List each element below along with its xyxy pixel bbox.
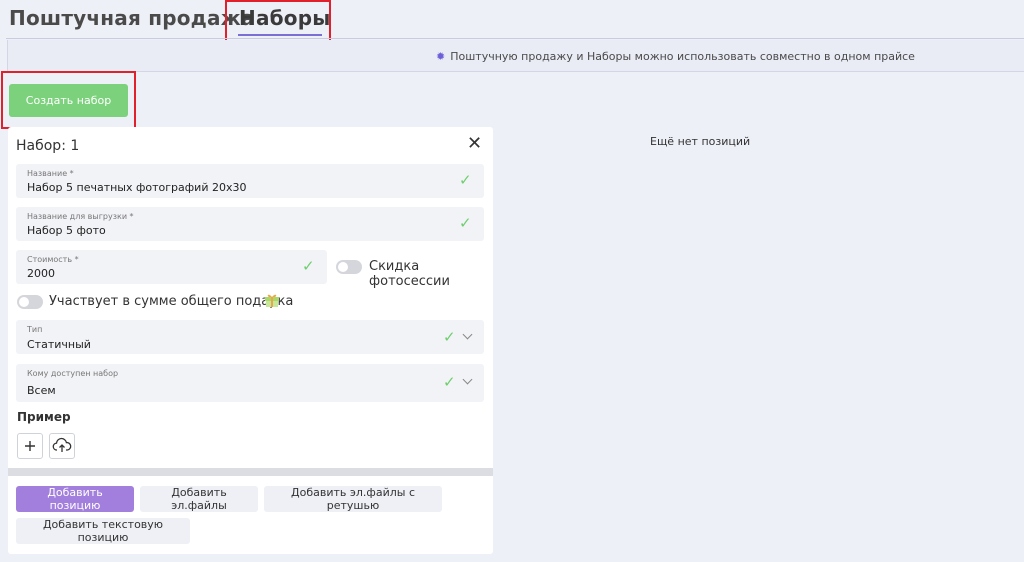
session-discount-toggle[interactable] <box>336 260 362 274</box>
name-field[interactable]: Название * Набор 5 печатных фотографий 2… <box>16 164 484 198</box>
example-label: Пример <box>17 410 71 424</box>
add-text-position-button[interactable]: Добавить текстовую позицию <box>16 518 190 544</box>
section-divider <box>8 468 493 476</box>
export-name-field[interactable]: Название для выгрузки * Набор 5 фото ✓ <box>16 207 484 241</box>
check-icon: ✓ <box>302 257 315 275</box>
type-select-label: Тип <box>27 325 43 334</box>
type-select-value: Статичный <box>27 338 91 351</box>
availability-select-label: Кому доступен набор <box>27 369 119 378</box>
add-position-button[interactable]: Добавить позицию <box>16 486 134 512</box>
type-select[interactable]: Тип Статичный ✓ <box>16 320 484 354</box>
upload-example-button[interactable] <box>49 433 75 459</box>
cloud-upload-icon <box>52 437 72 452</box>
info-text: ✹ Поштучную продажу и Наборы можно исполь… <box>436 50 915 63</box>
price-field[interactable]: Стоимость * 2000 ✓ <box>16 250 327 284</box>
empty-positions-text: Ещё нет позиций <box>650 135 751 148</box>
name-field-label: Название * <box>27 169 74 178</box>
price-field-label: Стоимость * <box>27 255 79 264</box>
check-icon: ✓ <box>459 214 472 232</box>
info-message: Поштучную продажу и Наборы можно использ… <box>450 50 915 63</box>
add-example-button[interactable] <box>17 433 43 459</box>
close-icon[interactable]: ✕ <box>467 134 482 154</box>
check-icon: ✓ <box>459 171 472 189</box>
add-files-retouch-button[interactable]: Добавить эл.файлы с ретушью <box>264 486 442 512</box>
gift-label: Участвует в сумме общего подарка <box>49 294 294 309</box>
chevron-down-icon <box>462 329 473 340</box>
set-card: Набор: 1 ✕ Название * Набор 5 печатных ф… <box>8 127 493 554</box>
gift-icon <box>265 294 279 307</box>
tab-retail[interactable]: Поштучная продажа <box>9 6 255 30</box>
availability-select[interactable]: Кому доступен набор Всем ✓ <box>16 364 484 402</box>
price-field-value: 2000 <box>27 267 55 280</box>
export-name-field-label: Название для выгрузки * <box>27 212 134 221</box>
plus-icon <box>25 441 35 451</box>
availability-select-value: Всем <box>27 384 56 397</box>
info-banner: ✹ Поштучную продажу и Наборы можно исполь… <box>7 40 1024 72</box>
gift-toggle[interactable] <box>17 295 43 309</box>
tab-bar: Поштучная продажа Наборы <box>0 0 1024 42</box>
lightbulb-icon: ✹ <box>436 50 446 63</box>
chevron-down-icon <box>462 374 473 385</box>
export-name-field-value: Набор 5 фото <box>27 224 106 237</box>
highlight-box-sets <box>225 0 331 42</box>
check-icon: ✓ <box>443 328 456 346</box>
check-icon: ✓ <box>443 373 456 391</box>
highlight-box-create <box>1 71 136 129</box>
tab-divider <box>6 38 1024 39</box>
add-files-button[interactable]: Добавить эл.файлы <box>140 486 258 512</box>
session-discount-label: Скидка фотосессии <box>369 259 450 289</box>
set-title: Набор: 1 <box>16 138 80 154</box>
name-field-value: Набор 5 печатных фотографий 20х30 <box>27 181 247 194</box>
